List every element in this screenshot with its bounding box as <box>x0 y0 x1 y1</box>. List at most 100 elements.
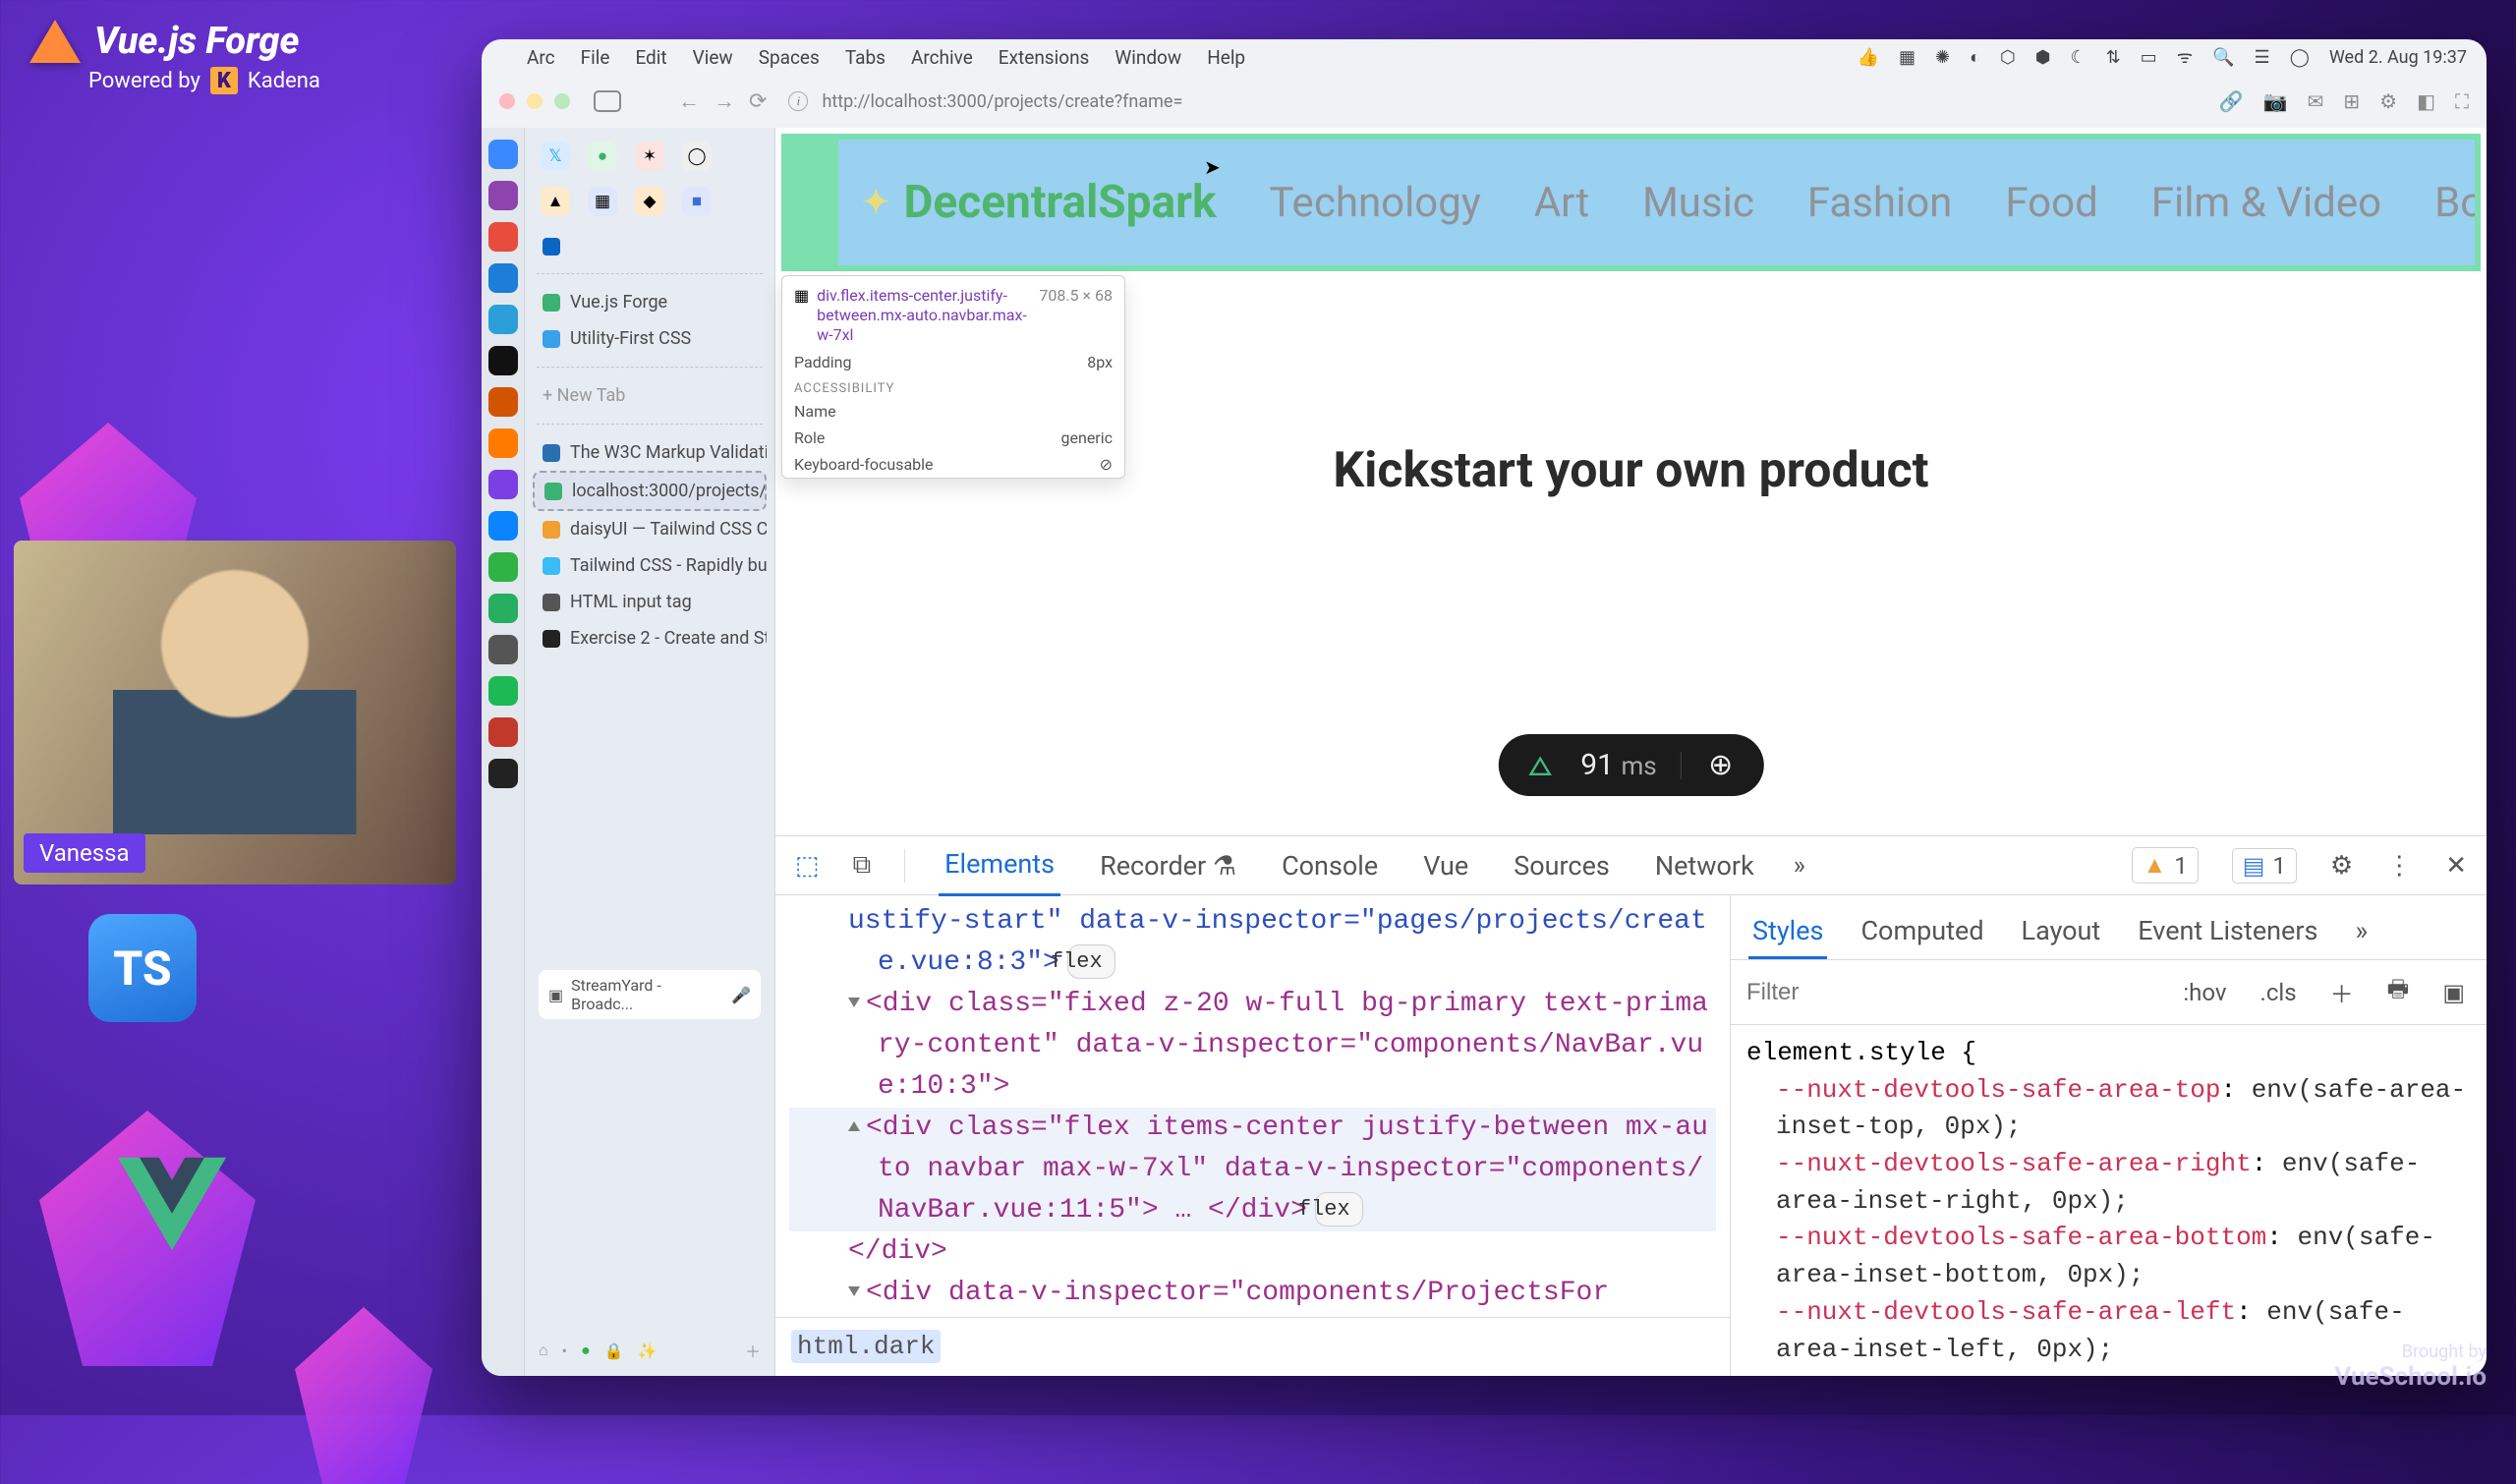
panel-icon[interactable]: ▣ <box>2434 975 2473 1010</box>
expand-icon[interactable]: ⛶ <box>2455 89 2469 113</box>
dot-icon[interactable]: ● <box>581 1341 591 1360</box>
dock-app[interactable] <box>488 511 518 541</box>
status-icon[interactable]: ◐ <box>1970 47 1980 68</box>
maximize-window-icon[interactable] <box>554 93 570 109</box>
mail-icon[interactable]: ✉ <box>2308 89 2324 113</box>
status-icon[interactable]: ☾ <box>2070 47 2086 68</box>
layout-badge[interactable]: flex <box>1067 944 1115 979</box>
sidebar-item[interactable]: Utility-First CSS <box>533 320 767 357</box>
pin-icon[interactable]: ● <box>588 142 617 171</box>
menu-arc[interactable]: Arc <box>527 46 555 69</box>
dock-app[interactable] <box>488 470 518 499</box>
control-center-icon[interactable]: ☰ <box>2255 47 2270 68</box>
menubar-clock[interactable]: Wed 2. Aug 19:37 <box>2329 47 2467 68</box>
nav-cat[interactable]: Art <box>1534 179 1589 227</box>
sidebar-item[interactable]: daisyUI — Tailwind CSS C... <box>533 511 767 547</box>
dock-app[interactable] <box>488 346 518 375</box>
menu-spaces[interactable]: Spaces <box>759 46 820 69</box>
camera-icon[interactable]: 📷 <box>2263 89 2288 113</box>
dock-app[interactable] <box>488 717 518 747</box>
tab-vue[interactable]: Vue <box>1417 836 1474 895</box>
forward-icon[interactable]: → <box>714 88 735 114</box>
wifi-icon[interactable]: ᯤ <box>2177 45 2193 69</box>
pin-twitter-icon[interactable]: 𝕏 <box>541 142 570 171</box>
back-icon[interactable]: ← <box>678 88 700 114</box>
dock-app[interactable] <box>488 635 518 664</box>
sidebar-item[interactable]: Tailwind CSS - Rapidly bui... <box>533 547 767 584</box>
dot-icon[interactable]: • <box>562 1341 567 1360</box>
tab-recorder[interactable]: Recorder ⚗ <box>1094 836 1242 895</box>
status-icon[interactable]: ⬡ <box>2000 47 2016 68</box>
dock-app[interactable] <box>488 676 518 706</box>
menu-tabs[interactable]: Tabs <box>845 46 886 69</box>
status-icon[interactable]: ⇅ <box>2106 47 2121 68</box>
status-icon[interactable]: ▦ <box>1899 47 1916 68</box>
site-brand[interactable]: ✦ DecentralSpark <box>862 176 1217 229</box>
layout-badge[interactable]: flex <box>1315 1192 1363 1227</box>
tab-event-listeners[interactable]: Event Listeners <box>2134 905 2321 959</box>
styles-filter-input[interactable] <box>1744 978 2157 1007</box>
sidebar-new-tab[interactable]: + New Tab <box>533 377 767 414</box>
tab-computed[interactable]: Computed <box>1857 905 1987 959</box>
tab-layout[interactable]: Layout <box>2018 905 2105 959</box>
hov-toggle[interactable]: :hov <box>2175 975 2234 1010</box>
pin-github-icon[interactable]: ◯ <box>682 142 712 171</box>
print-icon[interactable]: 🖶 <box>2379 968 2418 1016</box>
menu-help[interactable]: Help <box>1207 46 1245 69</box>
status-icon[interactable]: ⬢ <box>2035 47 2051 68</box>
sidebar-item-linkedin[interactable] <box>533 230 767 263</box>
dock-app[interactable] <box>488 222 518 252</box>
archive-icon[interactable]: ⌂ <box>539 1341 548 1360</box>
more-tabs-icon[interactable]: » <box>2351 905 2372 959</box>
pin-icon[interactable]: ▦ <box>588 187 617 216</box>
tab-console[interactable]: Console <box>1276 836 1384 895</box>
sidebar-item-active[interactable]: localhost:3000/projects/cr... <box>533 471 767 511</box>
sparkle-icon[interactable]: ✨ <box>638 1341 658 1360</box>
info-badge[interactable]: ▤1 <box>2232 848 2297 884</box>
nav-cat[interactable]: Food <box>2005 179 2097 227</box>
plus-icon[interactable]: ＋ <box>745 1339 761 1362</box>
tab-styles[interactable]: Styles <box>1748 905 1827 959</box>
menu-extensions[interactable]: Extensions <box>999 46 1090 69</box>
ext-icon[interactable]: ⊞ <box>2343 89 2360 113</box>
chevron-right-icon[interactable] <box>848 1121 860 1131</box>
nav-cat[interactable]: Technology <box>1270 179 1481 227</box>
dock-app[interactable] <box>488 181 518 210</box>
chevron-down-icon[interactable] <box>848 998 860 1007</box>
battery-icon[interactable]: ▭ <box>2141 47 2157 68</box>
chevron-down-icon[interactable] <box>848 1286 860 1296</box>
sidebar-item[interactable]: Vue.js Forge <box>533 284 767 320</box>
gear-icon[interactable]: ⚙ <box>2330 851 2353 881</box>
dom-tree[interactable]: ustify-start" data-v-inspector="pages/pr… <box>775 895 1730 1376</box>
dock-app[interactable] <box>488 428 518 458</box>
nav-cat[interactable]: Film & Video <box>2151 179 2381 227</box>
style-rules[interactable]: element.style { --nuxt-devtools-safe-are… <box>1731 1025 2487 1376</box>
pin-icon[interactable]: ✶ <box>635 142 664 171</box>
pin-icon[interactable]: ■ <box>682 187 712 216</box>
breadcrumb[interactable]: html.dark <box>791 1330 941 1363</box>
tab-sources[interactable]: Sources <box>1508 836 1616 895</box>
sidebar-item[interactable]: HTML input tag <box>533 584 767 620</box>
tab-elements[interactable]: Elements <box>939 834 1060 896</box>
split-icon[interactable]: ◧ <box>2417 89 2435 113</box>
dock-app[interactable] <box>488 594 518 623</box>
close-window-icon[interactable] <box>499 93 515 109</box>
sidebar-item[interactable]: Exercise 2 - Create and St... <box>533 620 767 656</box>
nav-cat[interactable]: Bo <box>2434 179 2475 227</box>
more-tabs-icon[interactable]: » <box>1794 851 1805 881</box>
pin-icon[interactable]: ▲ <box>541 187 570 216</box>
sidebar-item[interactable]: The W3C Markup Validati... <box>533 434 767 471</box>
kebab-icon[interactable]: ⋮ <box>2386 851 2412 881</box>
sidebar-mini-window[interactable]: ▣StreamYard - Broadc...🎤 <box>539 970 761 1019</box>
dock-app[interactable] <box>488 387 518 417</box>
close-icon[interactable]: ✕ <box>2445 851 2467 881</box>
search-icon[interactable]: 🔍 <box>2212 47 2234 68</box>
dock-app[interactable] <box>488 305 518 334</box>
menu-archive[interactable]: Archive <box>911 46 973 69</box>
dock-app[interactable] <box>488 140 518 169</box>
status-icon[interactable]: 👍 <box>1858 47 1879 68</box>
dock-app[interactable] <box>488 759 518 788</box>
add-rule-icon[interactable]: ＋ <box>2322 971 2362 1013</box>
lock-icon[interactable]: 🔒 <box>604 1341 624 1360</box>
site-info-icon[interactable]: i <box>788 91 808 111</box>
